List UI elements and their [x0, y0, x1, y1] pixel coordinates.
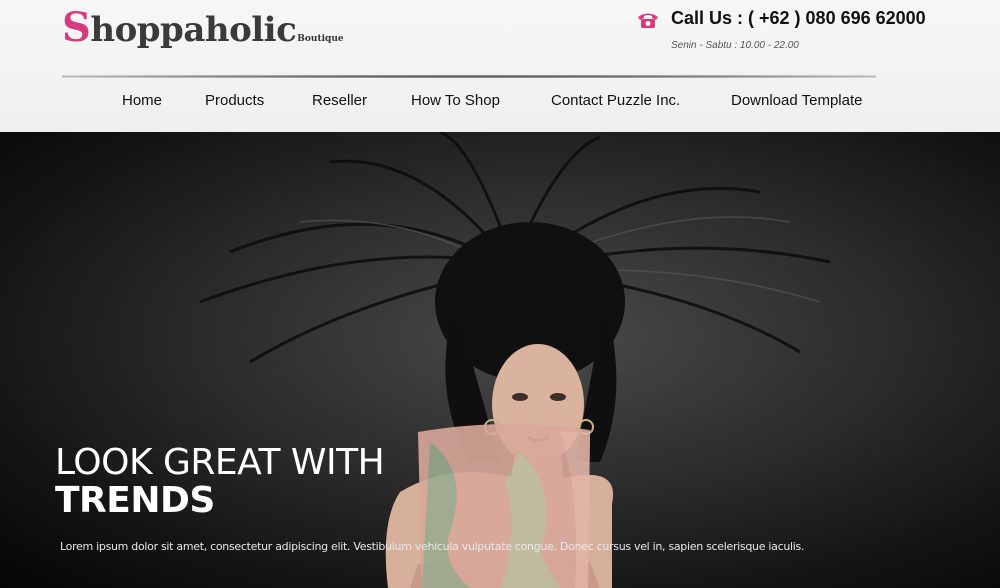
nav-item-products[interactable]: Products — [205, 92, 264, 109]
logo-initial: S — [62, 4, 91, 51]
call-us-text: Call Us : ( +62 ) 080 696 62000 — [671, 8, 926, 28]
hero-title-line1: LOOK GREAT WITH — [55, 442, 385, 483]
hero-description: Lorem ipsum dolor sit amet, consectetur … — [60, 540, 805, 553]
logo-tagline: Boutique — [297, 34, 344, 44]
opening-hours: Senin - Sabtu : 10.00 - 22.00 — [671, 40, 799, 51]
main-nav: Home Products Reseller How To Shop Conta… — [0, 92, 1000, 118]
logo-name: hoppaholic — [90, 10, 297, 50]
phone-icon — [638, 13, 658, 28]
header-divider — [62, 75, 876, 78]
nav-item-reseller[interactable]: Reseller — [312, 92, 367, 109]
site-header: ShoppaholicBoutique Call Us : ( +62 ) 08… — [0, 0, 1000, 132]
hero-banner[interactable]: LOOK GREAT WITH TRENDS Lorem ipsum dolor… — [0, 132, 1000, 588]
hero-title-line2: TRENDS — [55, 479, 215, 521]
nav-item-how-to-shop[interactable]: How To Shop — [411, 92, 500, 109]
nav-item-download-template[interactable]: Download Template — [731, 92, 862, 109]
nav-item-home[interactable]: Home — [122, 92, 162, 109]
brand-logo[interactable]: ShoppaholicBoutique — [62, 4, 344, 51]
hero-title: LOOK GREAT WITH TRENDS — [55, 442, 385, 521]
nav-item-contact[interactable]: Contact Puzzle Inc. — [551, 92, 680, 109]
